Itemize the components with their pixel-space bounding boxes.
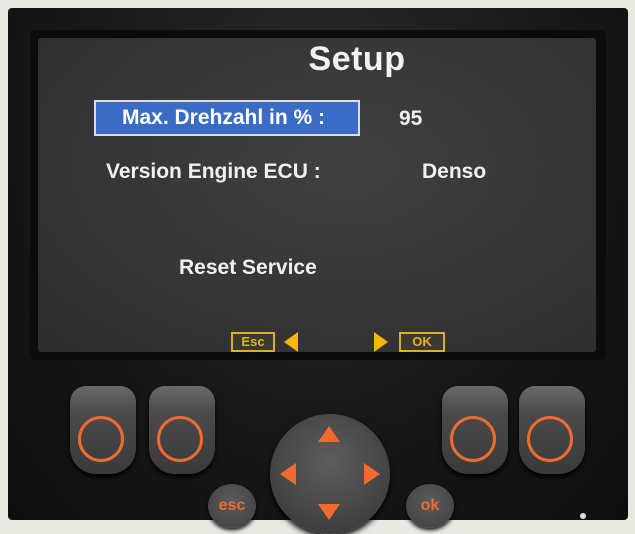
arrow-down-icon[interactable]: [318, 504, 340, 520]
function-key-2[interactable]: [149, 386, 215, 474]
arrow-right-icon[interactable]: [364, 463, 380, 485]
softkey-esc-label: Esc: [231, 332, 275, 352]
function-key-1[interactable]: [70, 386, 136, 474]
direction-pad[interactable]: [270, 414, 390, 534]
esc-button[interactable]: esc: [208, 484, 256, 528]
arrow-left-icon[interactable]: [280, 463, 296, 485]
circle-icon: [527, 416, 573, 462]
setting-row-max-rpm[interactable]: Max. Drehzahl in % :: [94, 100, 360, 136]
arrow-right-icon: [374, 332, 388, 352]
setting-value-max-rpm: 95: [399, 107, 423, 130]
circle-icon: [450, 416, 496, 462]
setting-value-engine-ecu: Denso: [422, 160, 487, 183]
circle-icon: [78, 416, 124, 462]
function-key-4[interactable]: [519, 386, 585, 474]
ok-button[interactable]: ok: [406, 484, 454, 528]
display-screen: Setup Max. Drehzahl in % : 95 Version En…: [38, 38, 596, 352]
circle-icon: [157, 416, 203, 462]
setting-label-max-rpm: Max. Drehzahl in % :: [122, 106, 326, 129]
control-panel: Setup Max. Drehzahl in % : 95 Version En…: [8, 8, 628, 534]
setting-label-engine-ecu[interactable]: Version Engine ECU :: [106, 160, 321, 184]
arrow-left-icon: [284, 332, 298, 352]
softkey-ok-label: OK: [399, 332, 445, 352]
arrow-up-icon[interactable]: [318, 426, 340, 442]
screen-title: Setup: [308, 40, 406, 78]
menu-item-reset-service[interactable]: Reset Service: [179, 256, 317, 280]
status-led: [580, 513, 586, 519]
function-key-3[interactable]: [442, 386, 508, 474]
